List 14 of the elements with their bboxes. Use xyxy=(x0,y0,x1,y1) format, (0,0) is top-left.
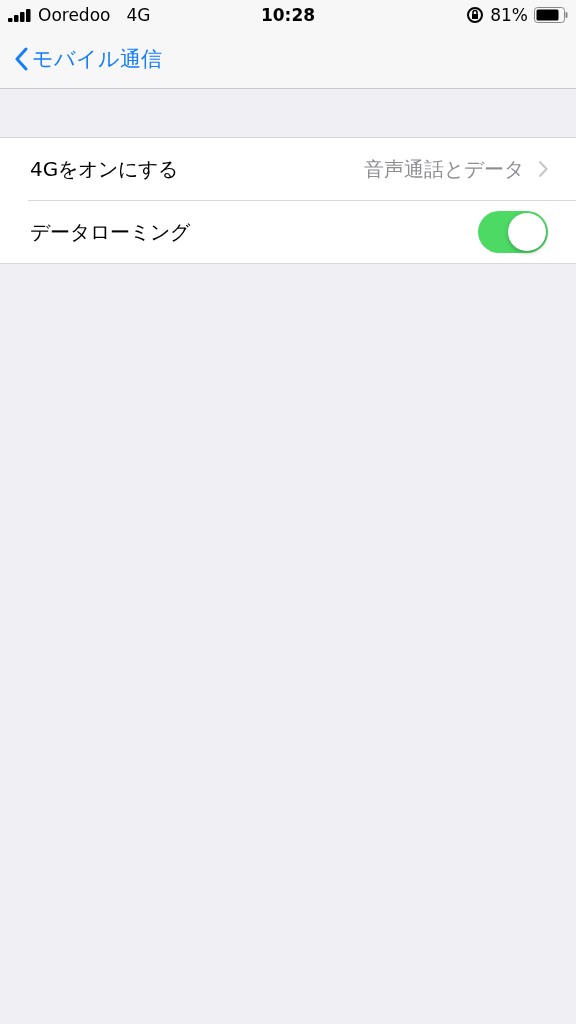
setting-label: 4Gをオンにする xyxy=(30,155,180,183)
chevron-icon xyxy=(538,160,548,178)
setting-label: データローミング xyxy=(30,218,191,246)
back-button[interactable]: モバイル通信 xyxy=(14,45,162,73)
rotation-lock-icon xyxy=(466,6,485,24)
clock-time: 10:28 xyxy=(260,5,316,25)
toggle-switch[interactable] xyxy=(478,211,548,253)
battery-icon xyxy=(534,7,568,23)
back-chevron-icon xyxy=(14,47,28,71)
network-type: 4G xyxy=(126,5,151,25)
battery-percent: 81% xyxy=(490,5,528,25)
setting-value[interactable]: 音声通話とデータ xyxy=(364,155,524,183)
carrier-name: Ooredoo xyxy=(38,5,111,25)
signal-icon xyxy=(8,8,32,22)
